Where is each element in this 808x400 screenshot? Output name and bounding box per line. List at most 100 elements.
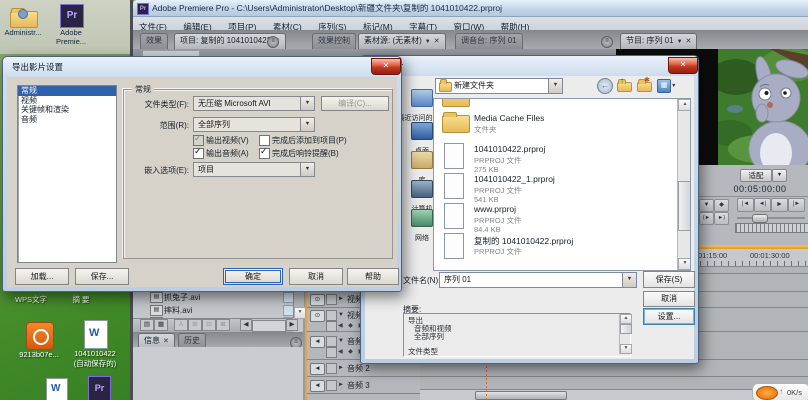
up-folder-icon[interactable]: ↑ [617,79,632,91]
cancel-button[interactable]: 取消 [643,291,695,307]
twirl-icon[interactable]: ► [338,382,344,388]
admin-folder-icon[interactable] [10,7,36,26]
file-name[interactable]: www.prproj [474,204,516,214]
premiere-desktop-icon[interactable]: Pr [60,4,84,28]
toggle-track-audio3-speaker-icon[interactable]: ◄ [310,380,325,392]
file-type-combobox[interactable]: 无压缩 Microsoft AVI ▼ [193,96,315,111]
beep-checkbox[interactable]: ✓ [259,148,270,159]
toolbar-scroll-track[interactable] [252,320,286,332]
marker-out-icon[interactable]: ▼ [699,199,714,212]
views-menu-icon[interactable]: ▦ [657,79,671,93]
tab-mixer[interactable]: 调音台: 序列 01 [455,33,523,49]
category-listbox[interactable]: 常规 视频 关键帧和渲染 音频 [17,85,117,263]
save-button[interactable]: 保存(S) [643,271,695,288]
premiere-titlebar[interactable]: Pr Adobe Premiere Pro - C:\Users\Adminis… [133,0,808,17]
scroll-down-icon[interactable]: ▼ [294,307,306,319]
views-dropdown-arrow-icon[interactable]: ▼ [671,83,676,89]
file-list-scrollbar[interactable]: ▲ ▼ [677,99,690,270]
word-doc-icon[interactable]: W [84,320,108,349]
timeline-hscrollbar[interactable] [420,389,808,400]
program-timecode[interactable]: 00:05:00:00 [716,184,804,194]
go-in-icon[interactable]: {► [699,212,714,225]
play-button[interactable]: ► [771,198,788,212]
ok-button[interactable]: 确定 [223,268,283,285]
scroll-thumb[interactable] [620,324,632,334]
cancel-button[interactable]: 取消 [289,268,343,285]
project-item-row[interactable]: ▤ 抓兔子.avi [135,291,293,303]
sync-lock-box[interactable] [326,310,337,321]
category-general[interactable]: 常规 [18,86,116,96]
panel-menu-icon[interactable]: ≡ [267,36,279,48]
twirl-icon[interactable]: ► [338,365,344,371]
toggle-track-audio2-speaker-icon[interactable]: ◄ [310,363,325,375]
scroll-right-icon[interactable]: ▶ [286,319,298,331]
marker-icon[interactable]: ◆ [714,199,729,212]
scroll-down-icon[interactable]: ▼ [620,344,632,354]
close-icon[interactable]: ✕ [434,38,440,45]
track-label-audio3[interactable]: 音频 3 [347,380,370,391]
toggle-track-audio1-speaker-icon[interactable]: ◄ [310,336,325,348]
to-start-button[interactable]: |◄ [737,198,754,212]
save-preset-button[interactable]: 保存... [75,268,129,285]
media-file-icon[interactable] [26,322,54,350]
premiere-desktop-icon2[interactable]: Pr [88,376,111,400]
filename-combobox[interactable]: 序列 01 ▼ [439,272,637,288]
embed-combobox[interactable]: 项目 ▼ [193,162,315,177]
trash-icon[interactable]: ⊠ [216,319,230,331]
close-icon[interactable]: ✕ [686,38,692,45]
go-out-icon[interactable]: ►} [714,212,729,225]
scroll-thumb[interactable] [678,181,691,231]
step-forward-button[interactable]: |► [788,198,805,212]
file-name[interactable]: Media Cache Files [474,113,544,123]
shuttle-track[interactable] [737,217,805,219]
dropdown-arrow-icon[interactable]: ▼ [622,273,636,287]
sync-lock-box[interactable] [326,363,337,374]
load-button[interactable]: 加载... [15,268,69,285]
wps-label[interactable]: WPS文字 [6,294,56,305]
find-icon[interactable]: ⊞ [188,319,202,331]
close-button[interactable]: ✕ [371,58,401,75]
new-folder-icon[interactable]: ✱ [637,79,652,91]
tab-effects[interactable]: 效果 [140,33,168,49]
automate-icon[interactable]: A [174,319,188,331]
chevron-down-icon[interactable]: ▼ [677,39,683,45]
waveform-toggle[interactable] [326,347,337,358]
output-audio-checkbox[interactable]: ✓ [193,148,204,159]
dropdown-arrow-icon[interactable]: ▼ [300,163,314,176]
tab-effect-controls[interactable]: 效果控制 [312,33,356,49]
step-back-button[interactable]: ◄| [754,198,771,212]
back-button-icon[interactable]: ← [597,78,613,94]
toggle-track-video2-eye-icon[interactable]: ⊙ [310,294,325,306]
new-bin-icon[interactable]: ⊡ [202,319,216,331]
toggle-track-video1-eye-icon[interactable]: ⊙ [310,310,325,322]
jog-wheel[interactable] [735,223,808,233]
zhaiyao-label[interactable]: 摘 要 [60,294,102,305]
sync-lock-box[interactable] [326,294,337,305]
dropdown-arrow-icon[interactable]: ▼ [300,118,314,131]
hscroll-thumb[interactable] [475,391,567,400]
sync-lock-box[interactable] [326,336,337,347]
dropdown-arrow-icon[interactable]: ▼ [300,97,314,110]
project-vscroll[interactable]: ▼ [293,290,304,318]
tab-program[interactable]: 节目: 序列 01▼✕ [620,33,697,49]
list-view-icon[interactable]: ▤ [140,319,154,331]
scroll-down-icon[interactable]: ▼ [678,258,691,270]
category-keyframe[interactable]: 关键帧和渲染 [18,105,116,115]
project-item-row[interactable]: ▤ 摔料.avi [135,304,293,316]
category-audio[interactable]: 音频 [18,115,116,125]
add-to-project-checkbox[interactable] [259,135,270,146]
settings-button[interactable]: 设置... [643,308,695,325]
file-list[interactable]: Media Cache Files 文件夹 1041010422.prproj … [433,98,691,271]
save-in-combobox[interactable]: 新建文件夹 ▼ [435,78,563,94]
thumbnail-toggle[interactable] [326,321,337,332]
tab-source[interactable]: 素材源: (无素材)▼✕ [358,33,446,49]
scroll-left-icon[interactable]: ◀ [240,319,252,331]
twirl-icon[interactable]: ► [338,296,344,302]
scroll-up-icon[interactable]: ▲ [620,314,632,324]
fit-dropdown-arrow-icon[interactable]: ▼ [772,169,787,182]
twirl-open-icon[interactable]: ▼ [338,338,344,344]
fit-dropdown[interactable]: 适配 [740,169,772,182]
file-name[interactable]: 1041010422_1.prproj [474,174,555,184]
file-name[interactable]: 1041010422.prproj [474,144,545,154]
summary-scrollbar[interactable]: ▲ ▼ [619,314,630,354]
